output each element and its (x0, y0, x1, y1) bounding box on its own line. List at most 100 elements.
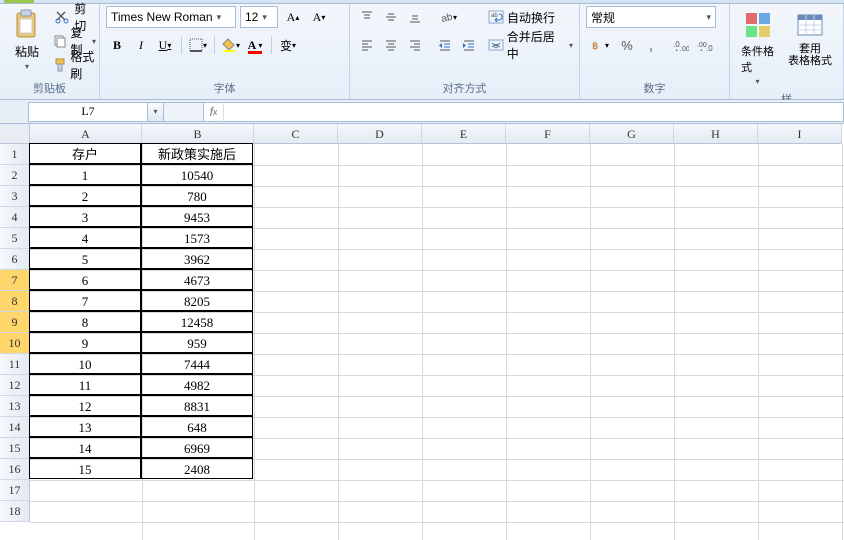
row-header[interactable]: 13 (0, 396, 30, 417)
number-format-value: 常规 (591, 9, 615, 26)
cell[interactable]: 8205 (141, 290, 253, 311)
formula-bar[interactable]: fx (204, 102, 844, 122)
bold-button[interactable]: B (106, 34, 128, 56)
align-left-icon[interactable] (356, 34, 378, 56)
cell[interactable]: 4 (29, 227, 141, 248)
font-color-button[interactable]: A▾ (244, 34, 266, 56)
cell[interactable]: 13 (29, 416, 141, 437)
cell[interactable]: 2408 (141, 458, 253, 479)
merge-center-button[interactable]: a 合并后居中 ▾ (488, 34, 573, 56)
cell[interactable]: 10 (29, 353, 141, 374)
row-header[interactable]: 4 (0, 207, 30, 228)
row-header[interactable]: 5 (0, 228, 30, 249)
font-size-combo[interactable]: 12▾ (240, 6, 278, 28)
row-header[interactable]: 18 (0, 501, 30, 522)
cut-button[interactable] (52, 6, 72, 28)
column-header[interactable]: E (422, 124, 506, 144)
cell[interactable]: 9453 (141, 206, 253, 227)
currency-icon[interactable]: ฿▾ (586, 34, 614, 56)
spreadsheet-grid[interactable]: ABCDEFGHI 123456789101112131415161718 存户… (0, 124, 844, 540)
cell[interactable]: 7444 (141, 353, 253, 374)
cell[interactable]: 6969 (141, 437, 253, 458)
row-header[interactable]: 9 (0, 312, 30, 333)
fx-icon[interactable]: fx (204, 102, 224, 122)
row-header[interactable]: 15 (0, 438, 30, 459)
percent-icon[interactable]: % (616, 34, 638, 56)
row-header[interactable]: 1 (0, 144, 30, 165)
column-header[interactable]: D (338, 124, 422, 144)
format-painter-button[interactable] (52, 54, 68, 76)
cell[interactable]: 4673 (141, 269, 253, 290)
fill-color-button[interactable]: ▾ (220, 34, 242, 56)
column-header[interactable]: A (30, 124, 142, 144)
cell[interactable]: 10540 (141, 164, 253, 185)
cell[interactable]: 648 (141, 416, 253, 437)
align-middle-icon[interactable] (380, 6, 402, 28)
cell[interactable]: 3 (29, 206, 141, 227)
cell[interactable]: 4982 (141, 374, 253, 395)
column-header[interactable]: B (142, 124, 254, 144)
decrease-indent-icon[interactable] (434, 34, 456, 56)
cell[interactable]: 9 (29, 332, 141, 353)
column-header[interactable]: G (590, 124, 674, 144)
increase-decimal-icon[interactable]: .0.00 (670, 34, 692, 56)
font-name-combo[interactable]: Times New Roman▾ (106, 6, 236, 28)
phonetic-button[interactable]: 变▾ (277, 34, 299, 56)
align-bottom-icon[interactable] (404, 6, 426, 28)
column-header[interactable]: F (506, 124, 590, 144)
cell[interactable]: 存户 (29, 143, 141, 164)
comma-icon[interactable]: , (640, 34, 662, 56)
cell[interactable]: 新政策实施后 (141, 143, 253, 164)
cell[interactable]: 1573 (141, 227, 253, 248)
underline-button[interactable]: U▾ (154, 34, 176, 56)
paste-button[interactable]: 粘贴 ▾ (6, 6, 48, 74)
cell[interactable]: 8 (29, 311, 141, 332)
row-header[interactable]: 10 (0, 333, 30, 354)
cell[interactable]: 1 (29, 164, 141, 185)
row-header[interactable]: 6 (0, 249, 30, 270)
column-header[interactable]: C (254, 124, 338, 144)
row-header[interactable]: 12 (0, 375, 30, 396)
row-header[interactable]: 17 (0, 480, 30, 501)
align-top-icon[interactable] (356, 6, 378, 28)
borders-button[interactable]: ▾ (187, 34, 209, 56)
cell[interactable]: 11 (29, 374, 141, 395)
number-format-combo[interactable]: 常规▾ (586, 6, 716, 28)
row-header[interactable]: 11 (0, 354, 30, 375)
increase-indent-icon[interactable] (458, 34, 480, 56)
cell[interactable]: 780 (141, 185, 253, 206)
cell[interactable]: 8831 (141, 395, 253, 416)
wrap-text-button[interactable]: ab 自动换行 (488, 6, 573, 28)
increase-font-icon[interactable]: A▴ (282, 6, 304, 28)
column-header[interactable]: H (674, 124, 758, 144)
name-box[interactable]: L7 (28, 102, 148, 122)
row-header[interactable]: 16 (0, 459, 30, 480)
orientation-icon[interactable]: ab▾ (434, 6, 462, 28)
cell[interactable]: 959 (141, 332, 253, 353)
table-format-button[interactable]: 套用 表格格式 (783, 6, 837, 70)
cell[interactable]: 12458 (141, 311, 253, 332)
cell[interactable]: 2 (29, 185, 141, 206)
cell[interactable]: 6 (29, 269, 141, 290)
decrease-font-icon[interactable]: A▾ (308, 6, 330, 28)
row-header[interactable]: 8 (0, 291, 30, 312)
row-header[interactable]: 2 (0, 165, 30, 186)
align-right-icon[interactable] (404, 34, 426, 56)
decrease-decimal-icon[interactable]: .00.0 (694, 34, 716, 56)
copy-button[interactable] (52, 30, 69, 52)
row-header[interactable]: 7 (0, 270, 30, 291)
cell[interactable]: 7 (29, 290, 141, 311)
row-header[interactable]: 3 (0, 186, 30, 207)
column-header[interactable]: I (758, 124, 842, 144)
select-all-corner[interactable] (0, 124, 30, 144)
name-box-arrow[interactable]: ▾ (148, 102, 164, 122)
row-header[interactable]: 14 (0, 417, 30, 438)
conditional-format-button[interactable]: 条件格式 ▾ (736, 6, 779, 89)
cell[interactable]: 15 (29, 458, 141, 479)
cell[interactable]: 12 (29, 395, 141, 416)
cell[interactable]: 3962 (141, 248, 253, 269)
italic-button[interactable]: I (130, 34, 152, 56)
align-center-icon[interactable] (380, 34, 402, 56)
cell[interactable]: 5 (29, 248, 141, 269)
cell[interactable]: 14 (29, 437, 141, 458)
